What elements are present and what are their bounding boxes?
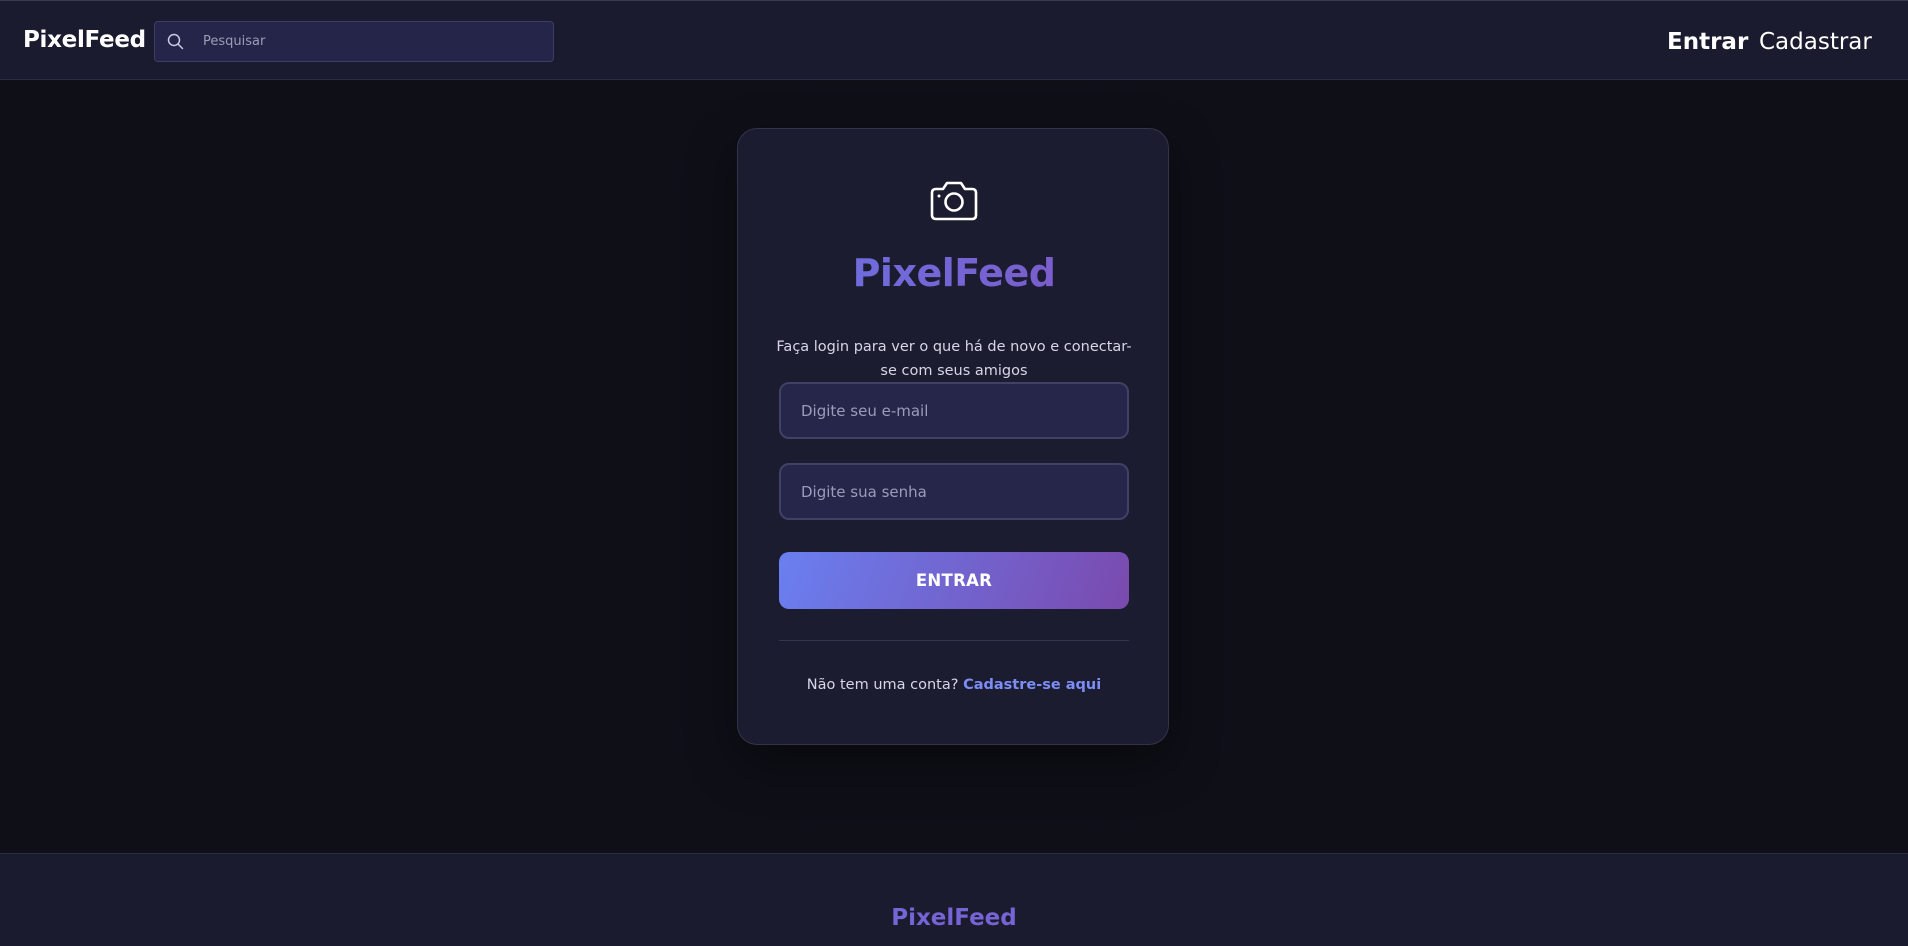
footer: PixelFeed [0, 853, 1908, 946]
brand-logo[interactable]: PixelFeed [23, 27, 146, 53]
signup-prompt-row: Não tem uma conta? Cadastre-se aqui [738, 677, 1170, 693]
email-field[interactable] [779, 382, 1129, 439]
search-input[interactable] [203, 22, 543, 61]
password-field[interactable] [779, 463, 1129, 520]
search-box[interactable] [154, 21, 554, 62]
signup-prompt: Não tem uma conta? [806, 677, 959, 693]
signup-link[interactable]: Cadastre-se aqui [963, 677, 1101, 693]
nav-register-link[interactable]: Cadastrar [1759, 29, 1872, 55]
card-title: PixelFeed [738, 251, 1170, 295]
login-subtitle: Faça login para ver o que há de novo e c… [776, 339, 1132, 379]
divider [779, 640, 1129, 641]
camera-icon [930, 181, 978, 221]
search-icon [167, 33, 184, 50]
top-navbar: PixelFeed Entrar Cadastrar [0, 0, 1908, 80]
footer-brand: PixelFeed [0, 905, 1908, 931]
nav-login-link[interactable]: Entrar [1667, 29, 1748, 55]
login-button[interactable]: ENTRAR [779, 552, 1129, 609]
login-card: PixelFeed Faça login para ver o que há d… [737, 128, 1169, 745]
